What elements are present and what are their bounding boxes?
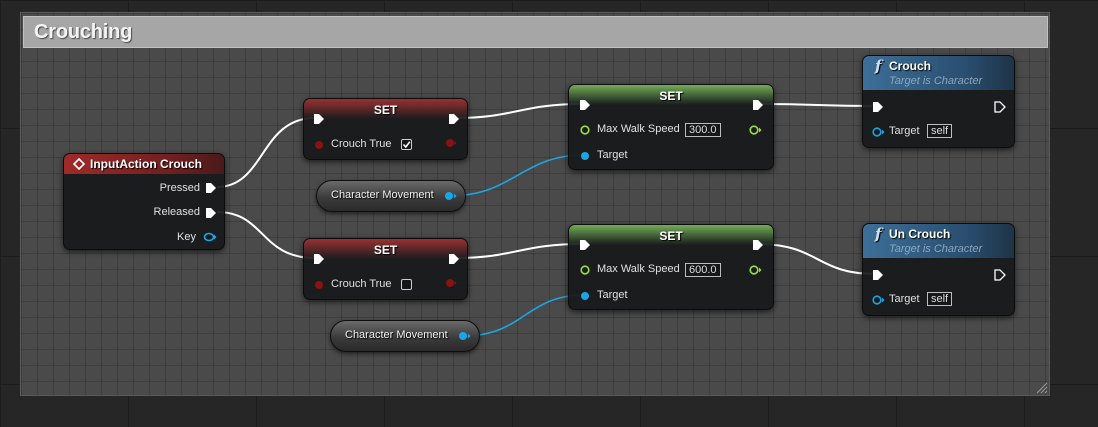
crouch-true-label: Crouch True xyxy=(331,278,392,290)
set-node-header: SET xyxy=(304,239,467,259)
crouch-true-label: Crouch True xyxy=(331,138,392,150)
target-in-pin[interactable] xyxy=(580,291,590,301)
set-max-walk-speed-node-1[interactable]: SET Max Walk Speed 300.0 Target xyxy=(568,84,774,170)
set-node-header: SET xyxy=(304,99,467,119)
character-movement-label: Character Movement xyxy=(331,189,434,201)
function-f-icon: f xyxy=(875,57,882,75)
function-f-icon: f xyxy=(875,225,882,243)
exec-out-pin[interactable] xyxy=(448,253,460,265)
crouch-true-checkbox[interactable] xyxy=(401,139,412,150)
target-label: Target xyxy=(597,149,628,161)
key-label: Key xyxy=(177,231,196,243)
set-node-header: SET xyxy=(569,85,773,105)
set-node-title: SET xyxy=(373,243,398,257)
function-node-header: f Un Crouch Target is Character xyxy=(863,224,1014,258)
target-label: Target xyxy=(889,125,920,137)
event-node-input-action-crouch[interactable]: InputAction Crouch Pressed Released Key xyxy=(63,153,225,250)
set-node-title: SET xyxy=(659,229,683,243)
set-node-header: SET xyxy=(569,225,773,245)
crouch-function-node[interactable]: f Crouch Target is Character Target self xyxy=(862,55,1015,148)
exec-out-pin[interactable] xyxy=(448,113,460,125)
exec-out-pin-pressed[interactable] xyxy=(205,182,217,194)
resize-grip-icon[interactable] xyxy=(1034,380,1048,394)
function-node-header: f Crouch Target is Character xyxy=(863,56,1014,90)
float-in-pin[interactable] xyxy=(580,265,590,275)
target-value[interactable]: self xyxy=(927,124,953,138)
exec-in-pin[interactable] xyxy=(579,239,591,251)
exec-in-pin[interactable] xyxy=(579,99,591,111)
set-max-walk-speed-node-2[interactable]: SET Max Walk Speed 600.0 Target xyxy=(568,224,774,310)
target-label: Target xyxy=(889,293,920,305)
bool-out-pin[interactable] xyxy=(445,278,457,288)
function-title: Un Crouch xyxy=(889,227,951,241)
exec-out-pin[interactable] xyxy=(994,269,1006,281)
bool-out-pin[interactable] xyxy=(445,138,457,148)
character-movement-node-1[interactable]: Character Movement xyxy=(316,180,466,212)
function-title: Crouch xyxy=(889,59,931,73)
comment-title-bar[interactable]: Crouching xyxy=(23,16,1048,48)
set-crouch-true-node-1[interactable]: SET Crouch True xyxy=(303,98,468,160)
target-in-pin[interactable] xyxy=(872,127,886,137)
function-subtitle: Target is Character xyxy=(889,75,983,87)
max-walk-speed-value[interactable]: 300.0 xyxy=(685,123,721,137)
check-icon xyxy=(402,141,411,149)
event-diamond-icon xyxy=(73,158,85,170)
bool-in-pin[interactable] xyxy=(314,280,324,290)
float-out-pin[interactable] xyxy=(749,125,763,135)
exec-out-pin[interactable] xyxy=(994,101,1006,113)
pressed-label: Pressed xyxy=(159,182,200,194)
exec-in-pin[interactable] xyxy=(313,253,325,265)
key-out-pin[interactable] xyxy=(203,232,217,242)
exec-out-pin[interactable] xyxy=(752,99,764,111)
crouch-true-checkbox[interactable] xyxy=(401,279,412,290)
target-in-pin[interactable] xyxy=(872,295,886,305)
max-walk-speed-value[interactable]: 600.0 xyxy=(685,263,721,277)
max-walk-speed-label: Max Walk Speed xyxy=(597,263,680,275)
exec-out-pin-released[interactable] xyxy=(205,207,217,219)
exec-out-pin[interactable] xyxy=(752,239,764,251)
set-node-title: SET xyxy=(373,103,398,117)
exec-in-pin[interactable] xyxy=(872,269,884,281)
uncrouch-function-node[interactable]: f Un Crouch Target is Character Target s… xyxy=(862,223,1015,316)
character-movement-label: Character Movement xyxy=(345,329,448,341)
max-walk-speed-label: Max Walk Speed xyxy=(597,123,680,135)
float-in-pin[interactable] xyxy=(580,125,590,135)
function-subtitle: Target is Character xyxy=(889,243,983,255)
object-out-pin[interactable] xyxy=(444,191,458,201)
comment-title: Crouching xyxy=(34,21,133,43)
exec-in-pin[interactable] xyxy=(872,101,884,113)
target-label: Target xyxy=(597,289,628,301)
released-label: Released xyxy=(153,206,200,218)
event-node-header: InputAction Crouch xyxy=(64,154,224,174)
target-in-pin[interactable] xyxy=(580,151,590,161)
bool-in-pin[interactable] xyxy=(314,140,324,150)
exec-in-pin[interactable] xyxy=(313,113,325,125)
target-value[interactable]: self xyxy=(927,292,953,306)
set-crouch-true-node-2[interactable]: SET Crouch True xyxy=(303,238,468,300)
character-movement-node-2[interactable]: Character Movement xyxy=(330,320,480,352)
set-node-title: SET xyxy=(659,89,683,103)
float-out-pin[interactable] xyxy=(749,265,763,275)
object-out-pin[interactable] xyxy=(458,331,472,341)
event-node-title: InputAction Crouch xyxy=(90,157,202,171)
